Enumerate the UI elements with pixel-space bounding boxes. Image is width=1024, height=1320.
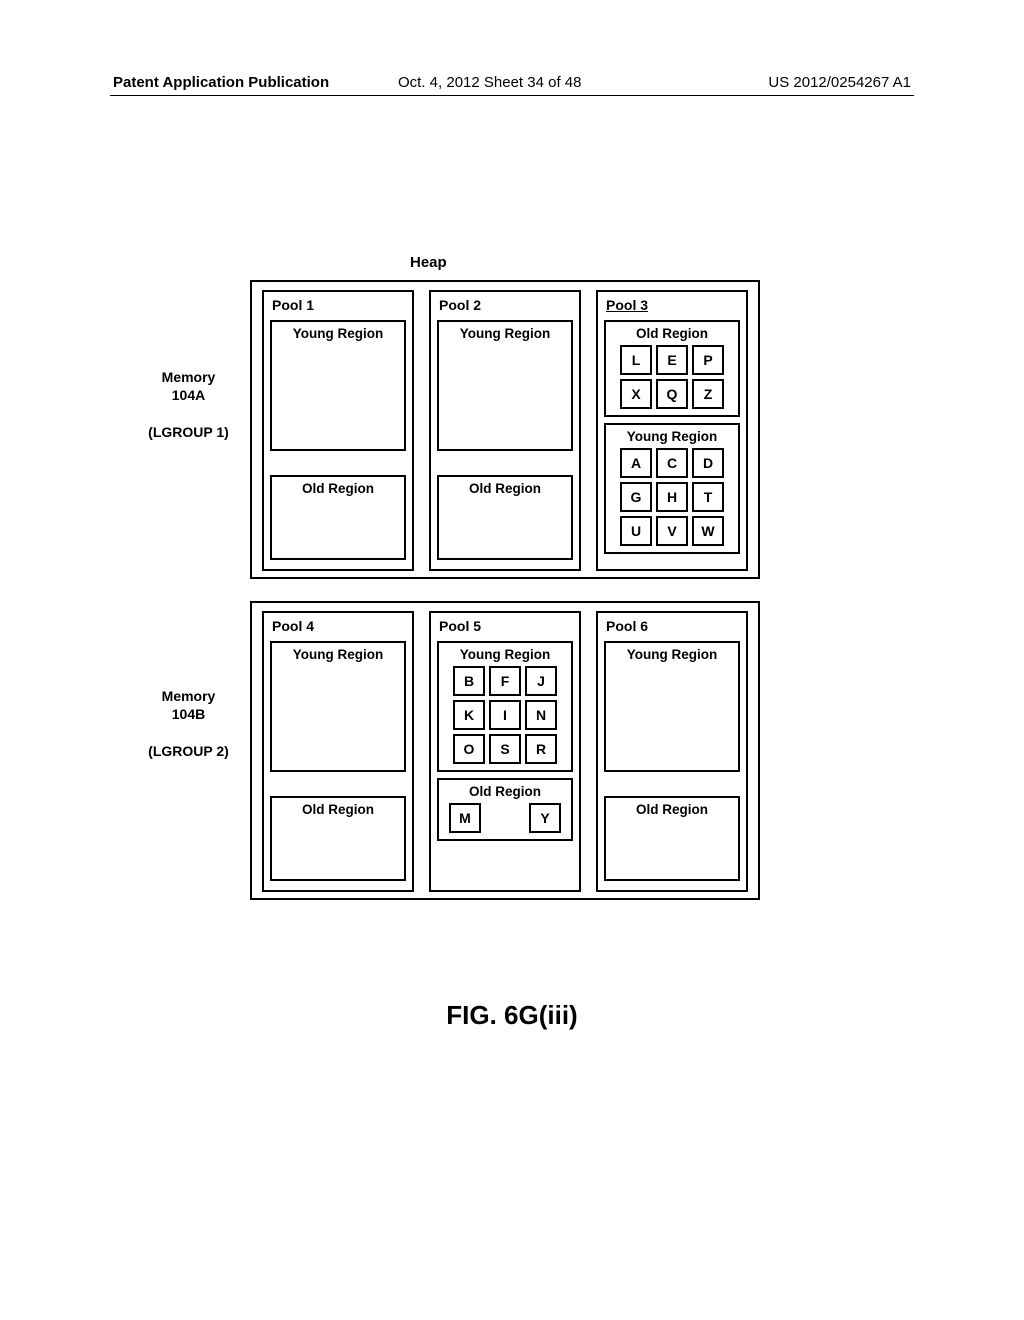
cell-p5-young-2-2: R	[525, 734, 557, 764]
pool-5-old-label: Old Region	[443, 784, 567, 799]
memory-1-label-line1: Memory	[162, 369, 216, 385]
pool-3-old-region: Old Region L E P X Q Z	[604, 320, 740, 417]
pool-5-title: Pool 5	[435, 617, 575, 638]
cell-p3-young-2-1: V	[656, 516, 688, 546]
pool-5-old-region: Old Region M Y	[437, 778, 573, 841]
pool-5-young-row-1: K I N	[443, 700, 567, 730]
memory-group-2: Memory 104B (LGROUP 2) Pool 4 Young Regi…	[250, 601, 760, 900]
cell-p5-young-1-2: N	[525, 700, 557, 730]
pool-6: Pool 6 Young Region Old Region	[596, 611, 748, 892]
heap-label: Heap	[410, 254, 447, 271]
memory-2-label-line3: (LGROUP 2)	[148, 743, 229, 759]
cell-p5-young-0-2: J	[525, 666, 557, 696]
pool-3-young-row-1: G H T	[610, 482, 734, 512]
memory-2-label-line1: Memory	[162, 688, 216, 704]
memory-group-1: Memory 104A (LGROUP 1) Pool 1 Young Regi…	[250, 280, 760, 579]
pool-3-old-label: Old Region	[610, 326, 734, 341]
cell-p5-young-2-0: O	[453, 734, 485, 764]
memory-2-label-line2: 104B	[172, 706, 205, 722]
header-left: Patent Application Publication	[113, 74, 329, 91]
memory-2-label: Memory 104B (LGROUP 2)	[136, 687, 241, 760]
pool-6-title: Pool 6	[602, 617, 742, 638]
pool-3-young-region: Young Region A C D G H T U V W	[604, 423, 740, 554]
cell-p5-old-1: Y	[529, 803, 561, 833]
pool-3: Pool 3 Old Region L E P X Q Z Young R	[596, 290, 748, 571]
cell-p3-young-1-0: G	[620, 482, 652, 512]
pool-2-young-region: Young Region	[437, 320, 573, 451]
cell-p5-old-0: M	[449, 803, 481, 833]
pool-3-old-row-1: X Q Z	[610, 379, 734, 409]
pool-3-old-row-0: L E P	[610, 345, 734, 375]
cell-p3-young-0-0: A	[620, 448, 652, 478]
cell-p3-young-1-1: H	[656, 482, 688, 512]
pool-5: Pool 5 Young Region B F J K I N O	[429, 611, 581, 892]
pool-4-young-label: Young Region	[276, 647, 400, 662]
heap-diagram: Memory 104A (LGROUP 1) Pool 1 Young Regi…	[250, 280, 760, 922]
pool-1-young-region: Young Region	[270, 320, 406, 451]
header-right: US 2012/0254267 A1	[768, 74, 911, 91]
memory-1-label-line2: 104A	[172, 387, 205, 403]
pool-4-title: Pool 4	[268, 617, 408, 638]
pool-6-young-region: Young Region	[604, 641, 740, 772]
pool-4-old-label: Old Region	[276, 802, 400, 817]
pool-6-old-label: Old Region	[610, 802, 734, 817]
cell-p5-young-1-0: K	[453, 700, 485, 730]
pool-5-young-label: Young Region	[443, 647, 567, 662]
cell-p3-young-0-2: D	[692, 448, 724, 478]
pool-1-title: Pool 1	[268, 296, 408, 317]
cell-p5-young-1-1: I	[489, 700, 521, 730]
pool-4: Pool 4 Young Region Old Region	[262, 611, 414, 892]
pool-5-young-region: Young Region B F J K I N O S R	[437, 641, 573, 772]
memory-1-label-line3: (LGROUP 1)	[148, 424, 229, 440]
figure-label: FIG. 6G(iii)	[0, 1000, 1024, 1031]
pool-1-young-label: Young Region	[276, 326, 400, 341]
pool-1-old-region: Old Region	[270, 475, 406, 560]
cell-p5-young-0-0: B	[453, 666, 485, 696]
memory-1-label: Memory 104A (LGROUP 1)	[136, 368, 241, 441]
cell-p5-young-0-1: F	[489, 666, 521, 696]
pool-4-young-region: Young Region	[270, 641, 406, 772]
cell-p3-old-0-0: L	[620, 345, 652, 375]
cell-p3-old-0-1: E	[656, 345, 688, 375]
cell-p5-young-2-1: S	[489, 734, 521, 764]
cell-p3-old-1-2: Z	[692, 379, 724, 409]
header-mid: Oct. 4, 2012 Sheet 34 of 48	[398, 74, 581, 91]
pool-3-title: Pool 3	[602, 296, 742, 317]
pool-3-young-row-2: U V W	[610, 516, 734, 546]
cell-p3-old-1-0: X	[620, 379, 652, 409]
pool-3-young-row-0: A C D	[610, 448, 734, 478]
pool-2-old-region: Old Region	[437, 475, 573, 560]
pool-4-old-region: Old Region	[270, 796, 406, 881]
cell-p3-young-2-2: W	[692, 516, 724, 546]
cell-p3-old-1-1: Q	[656, 379, 688, 409]
pool-2-old-label: Old Region	[443, 481, 567, 496]
cell-p3-young-2-0: U	[620, 516, 652, 546]
pool-5-old-row-0: M Y	[443, 803, 567, 833]
pool-6-old-region: Old Region	[604, 796, 740, 881]
pool-2-young-label: Young Region	[443, 326, 567, 341]
pool-2-title: Pool 2	[435, 296, 575, 317]
cell-p3-young-0-1: C	[656, 448, 688, 478]
pool-1: Pool 1 Young Region Old Region	[262, 290, 414, 571]
pool-3-young-label: Young Region	[610, 429, 734, 444]
cell-p3-old-0-2: P	[692, 345, 724, 375]
cell-p3-young-1-2: T	[692, 482, 724, 512]
pool-5-young-row-0: B F J	[443, 666, 567, 696]
pool-6-young-label: Young Region	[610, 647, 734, 662]
pool-2: Pool 2 Young Region Old Region	[429, 290, 581, 571]
header-rule	[110, 95, 914, 96]
pool-5-young-row-2: O S R	[443, 734, 567, 764]
pool-1-old-label: Old Region	[276, 481, 400, 496]
